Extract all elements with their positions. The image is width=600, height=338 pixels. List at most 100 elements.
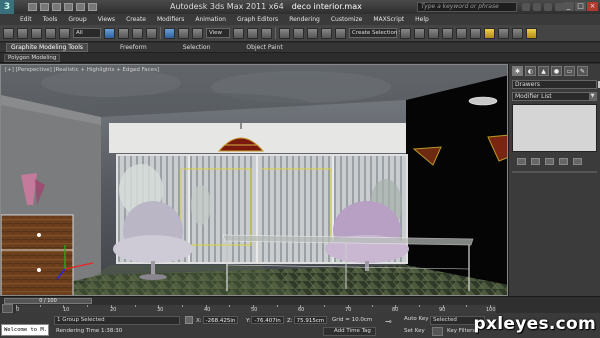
hierarchy-tab-icon[interactable]: ▲ bbox=[538, 66, 549, 76]
select-by-name-icon[interactable] bbox=[118, 27, 129, 39]
perspective-viewport[interactable]: [+] [Perspective] [Realistic + Highlight… bbox=[0, 64, 508, 296]
selection-lock-icon[interactable] bbox=[185, 316, 193, 324]
snaps-toggle-icon[interactable] bbox=[279, 27, 290, 39]
align-icon[interactable] bbox=[414, 27, 425, 39]
key-icon[interactable]: ⊸ bbox=[385, 318, 399, 326]
object-name-field[interactable]: Drawers bbox=[512, 80, 600, 89]
tab-object-paint[interactable]: Object Paint bbox=[242, 44, 286, 51]
menu-rendering[interactable]: Rendering bbox=[289, 16, 320, 23]
redo-icon[interactable] bbox=[76, 3, 85, 11]
subscription-icon[interactable] bbox=[533, 3, 541, 11]
search-input[interactable]: Type a keyword or phrase bbox=[417, 2, 517, 12]
configure-sets-icon[interactable] bbox=[573, 158, 582, 165]
chevron-down-icon[interactable]: ▼ bbox=[589, 93, 596, 100]
render-setup-icon[interactable] bbox=[498, 27, 509, 39]
graphite-toggle-icon[interactable] bbox=[442, 27, 453, 39]
tab-selection[interactable]: Selection bbox=[179, 44, 215, 51]
menu-animation[interactable]: Animation bbox=[195, 16, 226, 23]
menu-help[interactable]: Help bbox=[415, 16, 429, 23]
angle-snap-icon[interactable] bbox=[293, 27, 304, 39]
menu-edit[interactable]: Edit bbox=[20, 16, 32, 23]
make-unique-icon[interactable] bbox=[545, 158, 554, 165]
set-key-label[interactable]: Set Key bbox=[404, 328, 425, 334]
reference-coordinate-dropdown[interactable]: View bbox=[206, 28, 230, 38]
x-coordinate-field[interactable]: -268.425in bbox=[202, 316, 239, 324]
menu-create[interactable]: Create bbox=[126, 16, 146, 23]
timeline-tick bbox=[229, 305, 231, 307]
project-folder-icon[interactable] bbox=[88, 3, 97, 11]
undo-toolbar-icon[interactable] bbox=[3, 27, 14, 39]
scale-icon[interactable] bbox=[192, 27, 203, 39]
redo-toolbar-icon[interactable] bbox=[17, 27, 28, 39]
maximize-icon[interactable]: □ bbox=[575, 2, 586, 11]
pin-stack-icon[interactable] bbox=[517, 158, 526, 165]
tab-freeform[interactable]: Freeform bbox=[116, 44, 151, 51]
modifier-list-dropdown[interactable]: Modifier List ▼ bbox=[512, 92, 597, 101]
auto-key-button[interactable]: Auto Key bbox=[404, 316, 429, 322]
utilities-tab-icon[interactable]: ✎ bbox=[577, 66, 588, 76]
rendered-frame-window-icon[interactable] bbox=[512, 27, 523, 39]
motion-tab-icon[interactable]: ● bbox=[551, 66, 562, 76]
curve-editor-icon[interactable] bbox=[456, 27, 467, 39]
select-object-icon[interactable] bbox=[104, 27, 115, 39]
maxscript-listener[interactable]: Welcome to M. bbox=[1, 324, 49, 336]
modify-tab-icon[interactable]: ◐ bbox=[525, 66, 536, 76]
named-selection-dropdown[interactable]: Create Selection Se bbox=[349, 28, 406, 38]
move-icon[interactable] bbox=[164, 27, 175, 39]
spinner-snap-icon[interactable] bbox=[321, 27, 332, 39]
x-label: X: bbox=[196, 318, 202, 324]
layer-manager-icon[interactable] bbox=[428, 27, 439, 39]
bind-space-warp-icon[interactable] bbox=[59, 27, 70, 39]
time-slider[interactable]: 0 / 100 bbox=[4, 298, 92, 304]
undo-icon[interactable] bbox=[64, 3, 73, 11]
x-coordinate: X: -268.425in bbox=[196, 316, 239, 325]
open-mini-curve-editor-icon[interactable] bbox=[2, 304, 13, 313]
new-file-icon[interactable] bbox=[28, 3, 37, 11]
display-tab-icon[interactable]: ▭ bbox=[564, 66, 575, 76]
communication-icon[interactable] bbox=[544, 3, 552, 11]
selection-filter-dropdown[interactable]: All bbox=[73, 28, 101, 38]
mirror-icon[interactable] bbox=[400, 27, 411, 39]
set-key-button[interactable] bbox=[432, 327, 443, 336]
app-menu-button[interactable]: 3 bbox=[0, 0, 14, 14]
menu-customize[interactable]: Customize bbox=[331, 16, 363, 23]
show-end-result-icon[interactable] bbox=[531, 158, 540, 165]
z-coordinate-field[interactable]: 75.915cm bbox=[293, 316, 328, 324]
menu-views[interactable]: Views bbox=[98, 16, 115, 23]
title-bar: 3 Autodesk 3ds Max 2011 x64 deco interior… bbox=[0, 0, 600, 14]
save-file-icon[interactable] bbox=[52, 3, 61, 11]
search-icon[interactable] bbox=[522, 3, 530, 11]
menu-group[interactable]: Group bbox=[68, 16, 86, 23]
menu-graph-editors[interactable]: Graph Editors bbox=[237, 16, 278, 23]
percent-snap-icon[interactable] bbox=[307, 27, 318, 39]
viewport-label[interactable]: [+] [Perspective] [Realistic + Highlight… bbox=[5, 67, 159, 73]
tab-graphite-modeling-tools[interactable]: Graphite Modeling Tools bbox=[6, 43, 89, 52]
render-production-icon[interactable] bbox=[526, 27, 537, 39]
edit-named-selection-icon[interactable] bbox=[335, 27, 346, 39]
schematic-view-icon[interactable] bbox=[470, 27, 481, 39]
minimize-icon[interactable]: _ bbox=[563, 2, 574, 11]
create-tab-icon[interactable]: ✱ bbox=[512, 66, 523, 76]
y-coordinate-field[interactable]: -76.407in bbox=[251, 316, 284, 324]
timeline-ruler[interactable]: 0 10 20 30 40 50 60 70 80 90 100 bbox=[16, 305, 496, 313]
time-track-bar: 0 / 100 0 10 20 30 40 50 60 70 80 90 100 bbox=[0, 296, 600, 313]
rotate-icon[interactable] bbox=[178, 27, 189, 39]
window-crossing-icon[interactable] bbox=[146, 27, 157, 39]
favorites-icon[interactable] bbox=[555, 3, 563, 11]
add-time-tag-button[interactable]: Add Time Tag bbox=[323, 327, 376, 336]
open-file-icon[interactable] bbox=[40, 3, 49, 11]
keyboard-shortcut-icon[interactable] bbox=[261, 27, 272, 39]
menu-modifiers[interactable]: Modifiers bbox=[157, 16, 184, 23]
pivot-center-icon[interactable] bbox=[233, 27, 244, 39]
modifier-stack[interactable] bbox=[512, 104, 597, 152]
close-icon[interactable]: × bbox=[587, 2, 598, 11]
select-link-icon[interactable] bbox=[31, 27, 42, 39]
unlink-icon[interactable] bbox=[45, 27, 56, 39]
tab-polygon-modeling[interactable]: Polygon Modeling bbox=[4, 54, 61, 62]
remove-modifier-icon[interactable] bbox=[559, 158, 568, 165]
material-editor-icon[interactable] bbox=[484, 27, 495, 39]
menu-tools[interactable]: Tools bbox=[43, 16, 58, 23]
rectangle-selection-icon[interactable] bbox=[132, 27, 143, 39]
select-manipulate-icon[interactable] bbox=[247, 27, 258, 39]
menu-maxscript[interactable]: MAXScript bbox=[373, 16, 404, 23]
